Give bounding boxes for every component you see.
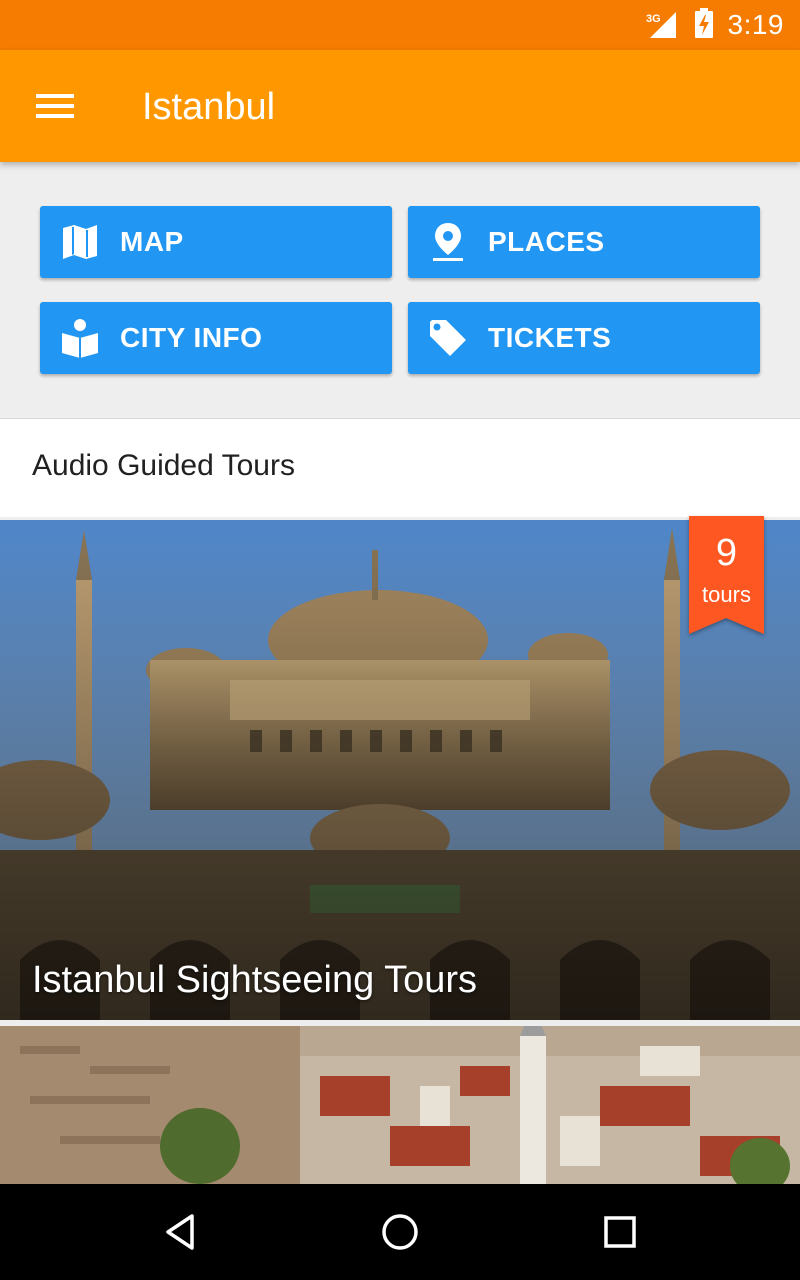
signal-icon: 3G (646, 10, 680, 40)
tours-count-unit: tours (702, 582, 751, 607)
back-icon[interactable] (150, 1202, 210, 1262)
places-button[interactable]: PLACES (408, 206, 760, 278)
app-bar: Istanbul (0, 50, 800, 162)
place-pin-icon (428, 222, 468, 262)
city-info-button-label: CITY INFO (120, 322, 263, 353)
tickets-button[interactable]: TICKETS (408, 302, 760, 374)
network-type-label: 3G (646, 13, 661, 25)
city-info-button[interactable]: CITY INFO (40, 302, 392, 374)
tour-card-second[interactable] (0, 1026, 800, 1184)
status-time: 3:19 (727, 9, 784, 40)
istanbul-old-city-photo (0, 1026, 800, 1184)
home-icon[interactable] (370, 1202, 430, 1262)
map-button-label: MAP (120, 226, 184, 257)
blue-mosque-photo (0, 520, 800, 1020)
places-button-label: PLACES (488, 226, 605, 257)
ticket-tag-icon (428, 318, 468, 358)
status-bar: 3G 3:19 (0, 0, 800, 50)
tour-card-istanbul-sightseeing[interactable]: Istanbul Sightseeing Tours (0, 520, 800, 1020)
section-title: Audio Guided Tours (32, 449, 295, 482)
city-info-book-icon (60, 318, 100, 358)
tour-card-title: Istanbul Sightseeing Tours (32, 959, 478, 1001)
map-icon (60, 222, 100, 262)
tickets-button-label: TICKETS (488, 322, 612, 353)
page-title: Istanbul (142, 86, 276, 128)
section-header: Audio Guided Tours (0, 418, 800, 517)
quick-actions: MAP PLACES CITY INFO TICKETS (0, 162, 800, 416)
system-nav-bar (0, 1184, 800, 1280)
map-button[interactable]: MAP (40, 206, 392, 278)
tours-count-badge: 9 tours (689, 516, 764, 634)
recent-apps-icon[interactable] (590, 1202, 650, 1262)
tours-count: 9 (715, 532, 738, 574)
hamburger-menu-icon[interactable] (36, 88, 76, 124)
battery-charging-icon (694, 8, 714, 42)
